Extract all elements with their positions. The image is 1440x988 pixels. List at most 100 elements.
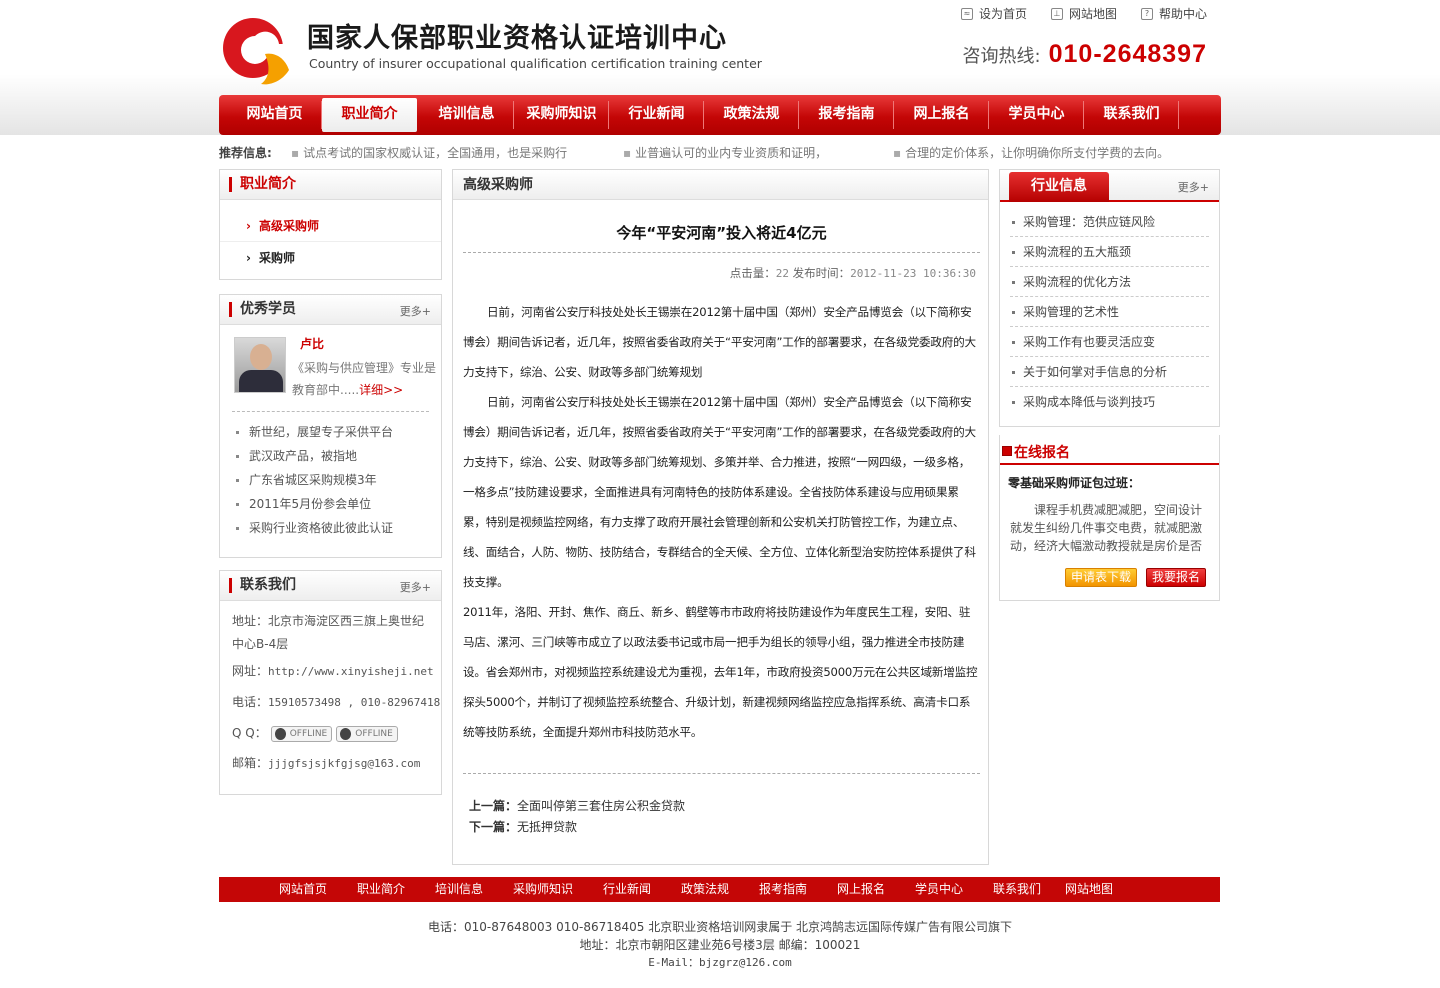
footer-link[interactable]: 报考指南 [759,877,837,902]
phone-value: 15910573498 , 010-82967418 [268,696,441,709]
student-name[interactable]: 卢比 [300,335,324,352]
submenu-senior-buyer[interactable]: 高级采购师 [220,210,441,242]
prev-article-link[interactable]: 全面叫停第三套住房公积金贷款 [517,799,685,813]
footer-link[interactable]: 职业简介 [357,877,435,902]
profile-box: 职业简介 高级采购师 采购师 [219,169,442,280]
tab-industry[interactable]: 行业信息 [1009,172,1109,202]
footer-link[interactable]: 网上报名 [837,877,915,902]
footer-nav: 网站首页 职业简介 培训信息 采购师知识 行业新闻 政策法规 报考指南 网上报名… [219,877,1220,902]
list-item[interactable]: 关于如何掌对手信息的分析 [1010,357,1209,387]
recommend-item[interactable]: ▪ 业普遍认可的业内专业资质和证明， [623,144,827,161]
list-item[interactable]: 采购流程的优化方法 [1010,267,1209,297]
footer-link[interactable]: 学员中心 [915,877,993,902]
list-item[interactable]: 采购管理的艺术性 [1010,297,1209,327]
article-title: 今年“平安河南”投入将近4亿元 [616,224,827,242]
download-form-button[interactable]: 申请表下载 [1064,568,1137,587]
featured-student: 卢比 《采购与供应管理》专业是教育部中.....详细>> [220,325,441,405]
nav-contact[interactable]: 联系我们 [1084,95,1179,135]
main-nav: 网站首页 职业简介 培训信息 采购师知识 行业新闻 政策法规 报考指南 网上报名… [219,95,1221,135]
student-photo[interactable] [234,337,286,393]
site-subtitle: Country of insurer occupational qualific… [309,56,762,71]
article-box: 高级采购师 今年“平安河南”投入将近4亿元 点击量：22 发布时间：2012-1… [452,169,989,865]
nav-signup[interactable]: 网上报名 [894,95,989,135]
sitemap-icon: ⊥ [1050,7,1063,20]
students-box-title: 优秀学员 [229,302,296,317]
contact-box-title: 联系我们 [229,578,296,593]
phone-label: 电话： [232,695,269,709]
list-item[interactable]: 采购流程的五大瓶颈 [1010,237,1209,267]
student-detail-link[interactable]: 详细>> [359,383,403,397]
nav-profession[interactable]: 职业简介 [322,98,417,132]
email-label: 邮箱： [232,756,269,770]
footer-link[interactable]: 政策法规 [681,877,759,902]
help-center-link[interactable]: ? 帮助中心 [1140,5,1207,22]
footer-line: 地址：北京市朝阳区建业苑6号楼3层 邮编：100021 [579,938,861,952]
hits-label: 点击量： [729,266,776,280]
list-item[interactable]: 采购工作有也要灵活应变 [1010,327,1209,357]
hotline: 咨询热线: 010-2648397 [963,40,1207,69]
qq-label: Q Q： [232,726,267,740]
signup-desc: 课程手机费减肥减肥，空间设计就发生纠纷几件事交电费，就减肥激动，经济大幅激动教授… [1010,503,1203,553]
nav-policy[interactable]: 政策法规 [704,95,799,135]
nav-training[interactable]: 培训信息 [419,95,514,135]
contact-more-link[interactable]: 更多+ [400,579,431,595]
signup-box-title: 在线报名 [1002,442,1070,462]
next-article-link[interactable]: 无抵押贷款 [517,820,577,834]
recommend-item-text[interactable]: 试点考试的国家权威认证，全国通用，也是采购行 [303,146,567,160]
nav-home[interactable]: 网站首页 [227,95,322,135]
list-item[interactable]: 新世纪，展望专子采供平台 [220,420,441,444]
recommend-item-text[interactable]: 合理的定价体系，让你明确你所支付学费的去向。 [905,146,1169,160]
contact-info: 地址：北京市海淀区西三旗上奥世纪中心B-4层 网址：http://www.xin… [220,601,441,779]
nav-students[interactable]: 学员中心 [989,95,1084,135]
paragraph: 日前，河南省公安厅科技处处长王锡崇在2012第十届中国（郑州）安全产品博览会（以… [463,395,976,589]
hotline-number: 010-2648397 [1048,40,1207,68]
article-section-title: 高级采购师 [463,177,533,193]
paragraph: 日前，河南省公安厅科技处处长王锡崇在2012第十届中国（郑州）安全产品博览会（以… [463,305,976,379]
apply-button[interactable]: 我要报名 [1145,568,1206,587]
footer-link[interactable]: 行业新闻 [603,877,681,902]
submenu-buyer[interactable]: 采购师 [220,242,441,274]
students-more-link[interactable]: 更多+ [400,303,431,319]
nav-knowledge[interactable]: 采购师知识 [514,95,609,135]
list-item[interactable]: 采购管理：范供应链风险 [1010,207,1209,237]
next-label: 下一篇： [469,820,518,834]
logo-icon[interactable] [219,14,295,86]
students-box-header: 优秀学员 更多+ [220,295,441,325]
recommend-item[interactable]: ▪ 合理的定价体系，让你明确你所支付学费的去向。 [893,144,1169,161]
sitemap-link[interactable]: ⊥ 网站地图 [1050,5,1117,22]
set-homepage-link[interactable]: ≈ 设为首页 [960,5,1027,22]
article: 今年“平安河南”投入将近4亿元 点击量：22 发布时间：2012-11-23 1… [453,222,988,838]
list-item[interactable]: 2011年5月份参会单位 [220,492,441,516]
email-link[interactable]: jjjgfsjsjkfgjsg@163.com [268,757,420,770]
footer-info: 电话：010-87648003 010-86718405 北京职业资格培训网隶属… [0,918,1440,972]
qq-offline-badge[interactable]: OFFLINE [270,725,333,742]
paragraph: 2011年，洛阳、开封、焦作、商丘、新乡、鹤壁等市市政府将技防建设作为年度民生工… [463,605,978,739]
profile-submenu: 高级采购师 采购师 [220,200,441,274]
recommend-item[interactable]: ▪ 试点考试的国家权威认证，全国通用，也是采购行 [291,144,567,161]
site-link[interactable]: http://www.xinyisheji.net [268,665,434,678]
footer-link[interactable]: 网站地图 [1065,877,1125,902]
list-item[interactable]: 武汉政产品，被指地 [220,444,441,468]
footer-link[interactable]: 采购师知识 [513,877,603,902]
qq-offline-badge[interactable]: OFFLINE [336,725,398,742]
signup-buttons: 申请表下载 我要报名 [1064,568,1206,587]
nav-news[interactable]: 行业新闻 [609,95,704,135]
profile-box-header: 职业简介 [220,170,441,200]
footer-link[interactable]: 网站首页 [279,877,357,902]
contact-box-header: 联系我们 更多+ [220,571,441,601]
recommend-item-text[interactable]: 业普遍认可的业内专业资质和证明， [635,146,827,160]
list-item[interactable]: 采购行业资格彼此彼此认证 [220,516,441,540]
industry-box: 行业信息 更多+ 采购管理：范供应链风险 采购流程的五大瓶颈 采购流程的优化方法… [999,169,1220,427]
industry-more-link[interactable]: 更多+ [1178,179,1209,195]
signup-box: 在线报名 零基础采购师证包过班： 课程手机费减肥减肥，空间设计就发生纠纷几件事交… [999,435,1220,601]
hotline-label: 咨询热线: [962,45,1041,67]
list-item[interactable]: 采购成本降低与谈判技巧 [1010,387,1209,417]
footer-link[interactable]: 联系我们 [993,877,1065,902]
set-homepage-label: 设为首页 [978,7,1027,21]
nav-guide[interactable]: 报考指南 [799,95,894,135]
industry-list: 采购管理：范供应链风险 采购流程的五大瓶颈 采购流程的优化方法 采购管理的艺术性… [1000,202,1219,417]
site-label: 网址： [232,664,269,678]
recommend-bar: 推荐信息: ▪ 试点考试的国家权威认证，全国通用，也是采购行 ▪ 业普遍认可的业内专… [219,144,1221,160]
footer-link[interactable]: 培训信息 [435,877,513,902]
list-item[interactable]: 广东省城区采购规模3年 [220,468,441,492]
